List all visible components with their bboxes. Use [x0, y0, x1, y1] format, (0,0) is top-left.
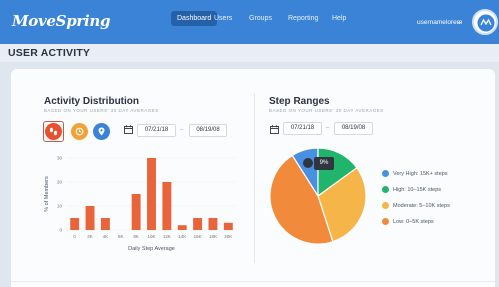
legend-high-dot: [382, 186, 389, 193]
calendar-icon[interactable]: [270, 125, 279, 134]
panel-bottom-divider: [11, 281, 495, 282]
bar: [162, 182, 172, 230]
bar: [208, 218, 218, 230]
time-filter-button[interactable]: [71, 123, 88, 140]
bar: [100, 218, 110, 230]
legend-moderate-label: Moderate: 5–10K steps: [393, 203, 450, 209]
y-tick-label: 20: [57, 180, 63, 185]
clock-icon: [75, 127, 84, 136]
x-tick-label: 20K: [224, 234, 232, 239]
activity-bar-chart: 30 20 10 0 0 2K 4K 6K 8K 10K 12K 14K 16K 18K 20K % of M…: [44, 156, 236, 252]
location-icon: [98, 127, 105, 136]
page-title: USER ACTIVITY: [8, 47, 91, 59]
x-tick-label: 14K: [178, 234, 186, 239]
x-tick-label: 0: [73, 234, 76, 239]
bar: [177, 225, 187, 230]
start-date-input[interactable]: 07/21/18: [137, 124, 176, 137]
y-tick-label: 0: [59, 228, 62, 233]
bar: [85, 206, 95, 230]
step-ranges-title: Step Ranges: [269, 96, 330, 107]
activity-title: Activity Distribution: [44, 96, 140, 107]
top-nav-bar: MoveSpring Dashboard Users Groups Report…: [0, 0, 499, 44]
legend-low-dot: [382, 218, 389, 225]
bar: [193, 218, 203, 230]
nav-reporting[interactable]: Reporting: [288, 15, 318, 22]
x-tick-label: 16K: [194, 234, 202, 239]
x-tick-label: 2K: [87, 234, 93, 239]
x-tick-label: 4K: [103, 234, 109, 239]
nav-groups[interactable]: Groups: [249, 15, 272, 22]
y-tick-label: 10: [57, 204, 63, 209]
panel-divider: [254, 93, 255, 263]
nav-help[interactable]: Help: [332, 15, 346, 22]
x-tick-label: 18K: [209, 234, 217, 239]
end-date-input[interactable]: 08/19/08: [189, 124, 227, 137]
legend-moderate-dot: [382, 202, 389, 209]
date-range-separator: –: [180, 127, 184, 133]
bar: [131, 194, 141, 230]
steps-filter-button[interactable]: [45, 123, 62, 140]
x-tick-label: 6K: [118, 234, 124, 239]
y-tick-label: 30: [57, 156, 63, 161]
legend-high-label: High: 10–15K steps: [393, 187, 442, 193]
bar: [70, 218, 80, 230]
location-filter-button[interactable]: [93, 123, 110, 140]
steps-date-range-separator: –: [326, 125, 330, 131]
nav-dashboard[interactable]: Dashboard: [171, 11, 218, 26]
steps-start-date-input[interactable]: 07/21/18: [283, 122, 322, 135]
legend-low-label: Low: 0–5K steps: [393, 219, 434, 225]
nav-users[interactable]: Users: [214, 15, 232, 22]
pie-tooltip: 9%: [314, 157, 334, 170]
avatar[interactable]: [472, 9, 498, 35]
step-ranges-subtitle: BASED ON YOUR USERS' 30 DAY AVERAGES: [269, 108, 384, 113]
x-tick-label: 10K: [147, 234, 155, 239]
x-tick-label: 8K: [133, 234, 139, 239]
steps-icon: [49, 127, 58, 136]
user-avatar-icon: [477, 14, 495, 32]
bar: [223, 222, 233, 230]
legend-very-high-label: Very High: 15K+ steps: [393, 171, 448, 177]
eye-icon: [303, 158, 313, 168]
legend-very-high-dot: [382, 170, 389, 177]
chevron-down-icon[interactable]: ⌄: [456, 17, 463, 26]
activity-subtitle: BASED ON YOUR USERS' 30 DAY AVERAGES: [44, 108, 159, 113]
bar: [147, 158, 156, 230]
y-axis-label: % of Members: [44, 176, 50, 212]
x-axis-label: Daily Step Average: [128, 246, 175, 252]
steps-end-date-input[interactable]: 08/19/08: [334, 122, 373, 135]
app-logo[interactable]: MoveSpring: [12, 12, 110, 30]
calendar-icon[interactable]: [124, 125, 133, 134]
x-tick-label: 12K: [163, 234, 171, 239]
